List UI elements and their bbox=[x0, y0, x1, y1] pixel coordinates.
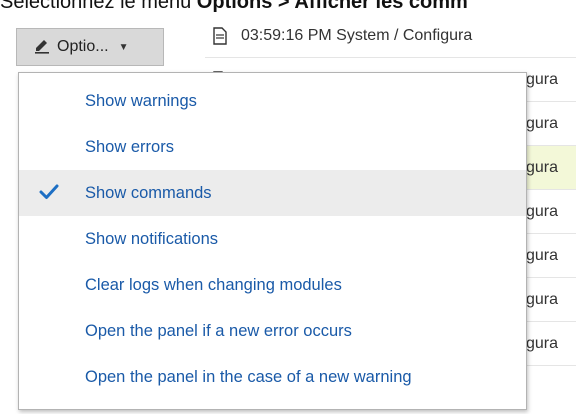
caret-down-icon: ▼ bbox=[118, 41, 129, 53]
menu-item-label: Clear logs when changing modules bbox=[85, 275, 342, 294]
menu-item-label: Show notifications bbox=[85, 229, 218, 248]
document-icon bbox=[213, 26, 227, 45]
menu-item-show-warnings[interactable]: Show warnings bbox=[19, 78, 526, 124]
menu-item-label: Show errors bbox=[85, 137, 174, 156]
checkmark-icon bbox=[39, 182, 59, 202]
options-button[interactable]: Optio... ▼ bbox=[16, 28, 164, 66]
instruction-bold: Options > Afficher les comm bbox=[196, 0, 468, 13]
options-button-label: Optio... bbox=[57, 38, 109, 55]
menu-item-open-panel-on-error[interactable]: Open the panel if a new error occurs bbox=[19, 308, 526, 354]
log-row[interactable]: 03:59:16 PM System / Configura bbox=[205, 14, 576, 58]
log-row-text: 03:59:16 PM System / Configura bbox=[241, 26, 473, 44]
menu-item-show-errors[interactable]: Show errors bbox=[19, 124, 526, 170]
options-dropdown-menu: Show warnings Show errors Show commands … bbox=[18, 72, 527, 410]
menu-item-label: Open the panel if a new error occurs bbox=[85, 321, 352, 340]
menu-item-clear-logs[interactable]: Clear logs when changing modules bbox=[19, 262, 526, 308]
menu-item-open-panel-on-warning[interactable]: Open the panel in the case of a new warn… bbox=[19, 354, 526, 400]
menu-item-label: Open the panel in the case of a new warn… bbox=[85, 367, 412, 386]
instruction-prefix: Sélectionnez le menu bbox=[0, 0, 197, 13]
menu-item-label: Show warnings bbox=[85, 91, 197, 110]
menu-item-show-notifications[interactable]: Show notifications bbox=[19, 216, 526, 262]
instruction-text: Sélectionnez le menu Options > Afficher … bbox=[0, 0, 576, 14]
menu-item-label: Show commands bbox=[85, 183, 212, 202]
menu-item-show-commands[interactable]: Show commands bbox=[19, 170, 526, 216]
pencil-icon bbox=[33, 36, 51, 59]
